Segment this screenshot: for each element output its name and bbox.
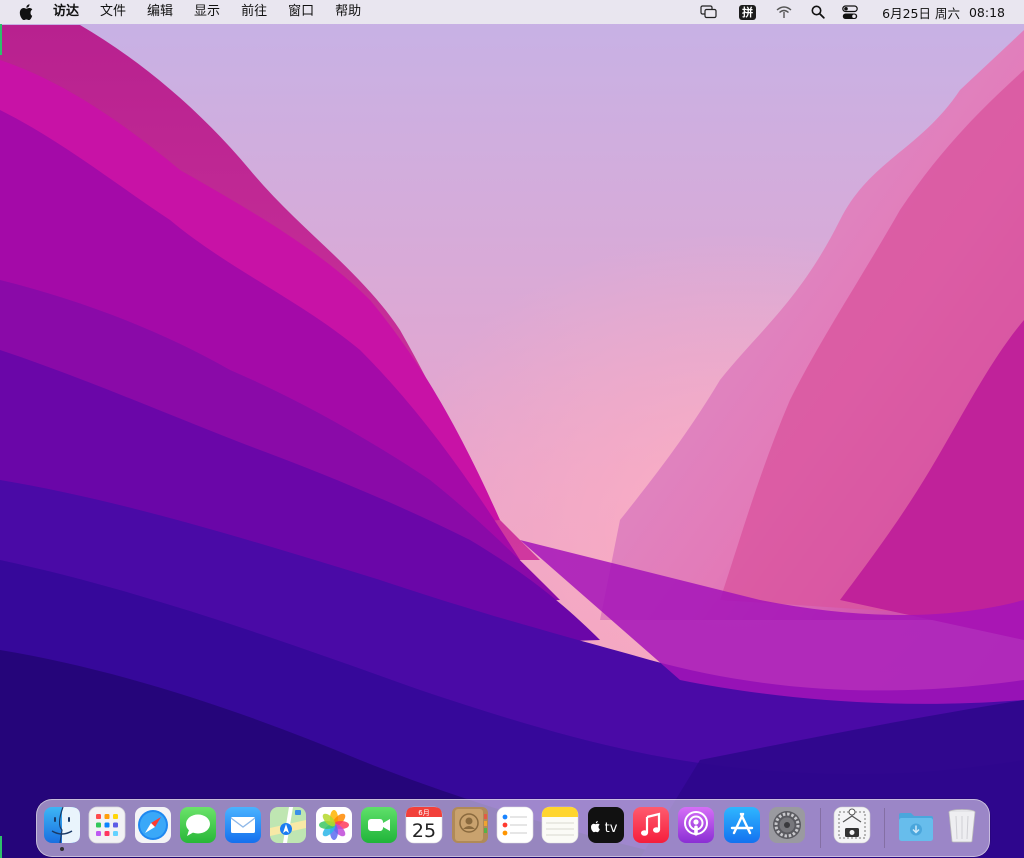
dock-screenshot-utility-icon[interactable] (833, 806, 871, 844)
dock-facetime-icon[interactable] (360, 806, 398, 844)
menu-app-finder[interactable]: 访达 (53, 0, 79, 24)
wifi-icon[interactable] (776, 5, 792, 19)
dock-trash-icon[interactable] (943, 806, 981, 844)
dock-safari-icon[interactable] (134, 806, 172, 844)
menu-bar: 访达 文件 编辑 显示 前往 窗口 帮助 拼 6月25日 周六 08:18 (0, 0, 1024, 24)
apple-menu-icon[interactable] (19, 4, 33, 20)
dock-podcasts-icon[interactable] (677, 806, 715, 844)
desktop-wallpaper (0, 0, 1024, 858)
dock-music-icon[interactable] (632, 806, 670, 844)
control-center-icon[interactable] (842, 4, 858, 20)
dock-separator (820, 808, 821, 848)
menu-time[interactable]: 08:18 (969, 5, 1005, 20)
menu-go[interactable]: 前往 (241, 0, 267, 24)
menu-help[interactable]: 帮助 (335, 0, 361, 24)
menu-view[interactable]: 显示 (194, 0, 220, 24)
dock-photos-icon[interactable] (315, 806, 353, 844)
dock-notes-icon[interactable] (541, 806, 579, 844)
dock-app-store-icon[interactable] (723, 806, 761, 844)
dock-calendar-icon[interactable]: 6月 25 (405, 806, 443, 844)
dock-system-preferences-icon[interactable] (768, 806, 806, 844)
menu-edit[interactable]: 编辑 (147, 0, 173, 24)
calendar-month-label: 6月 (418, 809, 429, 817)
dock-downloads-folder-icon[interactable] (897, 806, 935, 844)
apple-tv-label: tv (605, 821, 618, 836)
dock: 6月 25 tv (36, 799, 990, 857)
screen-mirroring-icon[interactable] (700, 5, 717, 19)
dock-finder-icon[interactable] (43, 806, 81, 844)
dock-maps-icon[interactable] (269, 806, 307, 844)
spotlight-search-icon[interactable] (811, 5, 825, 19)
finder-running-indicator (60, 847, 64, 851)
menu-window[interactable]: 窗口 (288, 0, 314, 24)
dock-apple-tv-icon[interactable]: tv (587, 806, 625, 844)
dock-launchpad-icon[interactable] (88, 806, 126, 844)
dock-separator-2 (884, 808, 885, 848)
dock-reminders-icon[interactable] (496, 806, 534, 844)
dock-messages-icon[interactable] (179, 806, 217, 844)
dock-contacts-icon[interactable] (451, 806, 489, 844)
menu-file[interactable]: 文件 (100, 0, 126, 24)
dock-mail-icon[interactable] (224, 806, 262, 844)
calendar-day-label: 25 (412, 820, 436, 842)
menu-date[interactable]: 6月25日 周六 (882, 3, 960, 22)
input-method-icon[interactable]: 拼 (739, 4, 757, 20)
left-edge-marker (0, 24, 2, 55)
left-edge-marker-bottom (0, 836, 2, 858)
